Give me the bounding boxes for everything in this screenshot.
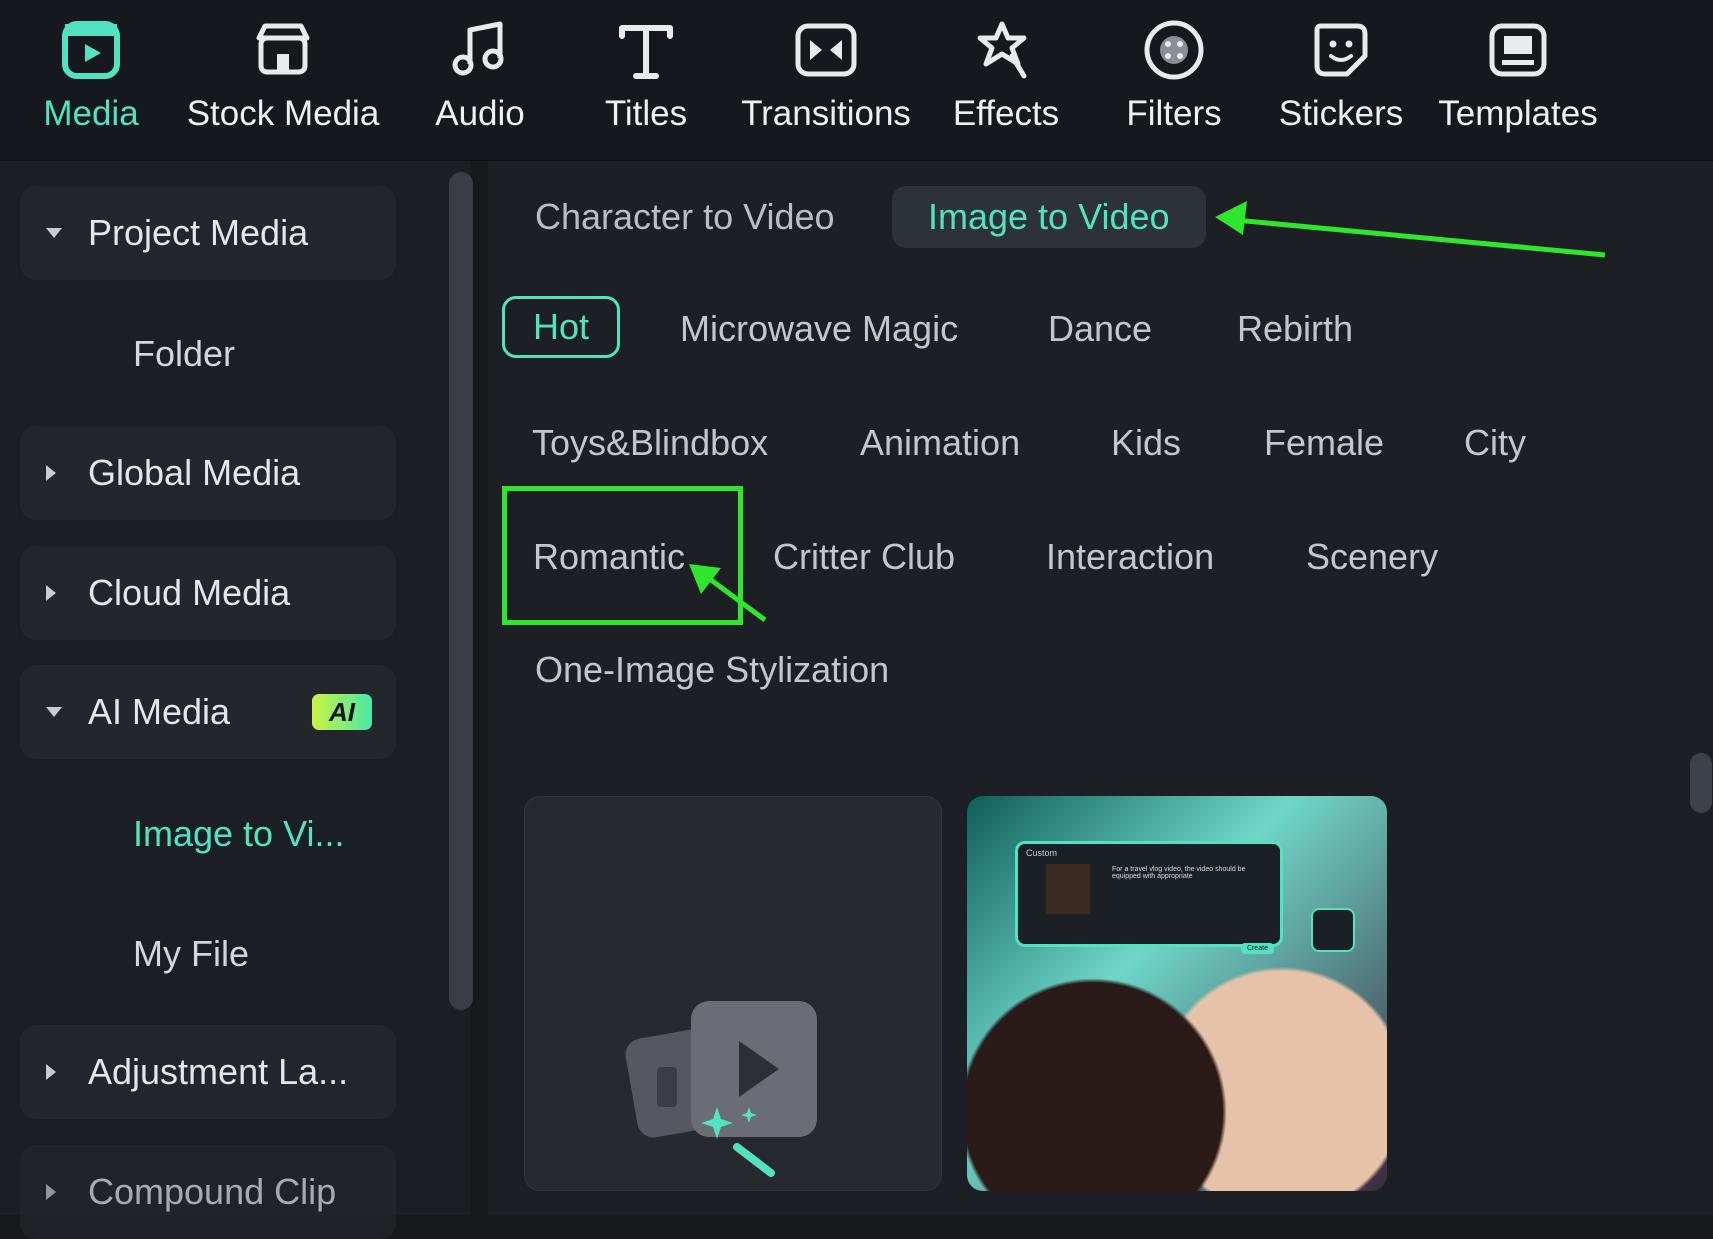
tab-stickers-label: Stickers [1278, 94, 1404, 133]
text-t-icon [619, 25, 673, 79]
category-kids[interactable]: Kids [1111, 422, 1181, 464]
top-toolbar: Media Stock Media Audio Titles Transitio… [0, 0, 1713, 161]
sidebar-item-image-to-video[interactable]: Image to Vi... [133, 813, 344, 855]
tab-transitions-label: Transitions [741, 94, 911, 133]
sidebar-item-label: Global Media [88, 452, 301, 493]
sidebar-item-adjustment-layer[interactable]: Adjustment La... [20, 1025, 396, 1119]
category-scenery[interactable]: Scenery [1306, 536, 1438, 578]
category-one-image-stylization[interactable]: One-Image Stylization [535, 649, 889, 691]
tab-effects-label: Effects [952, 94, 1060, 133]
sidebar-item-my-file[interactable]: My File [133, 933, 249, 975]
image-to-video-placeholder-icon [625, 1001, 817, 1177]
category-rebirth[interactable]: Rebirth [1237, 308, 1353, 350]
tab-stock-media-label: Stock Media [186, 94, 380, 133]
tab-templates-label: Templates [1438, 94, 1598, 133]
ai-video-icon [1311, 908, 1355, 952]
prompt-panel-title: Custom [1026, 848, 1058, 858]
ai-badge: AI [312, 694, 372, 730]
sidebar-item-folder[interactable]: Folder [133, 333, 235, 375]
tab-audio[interactable]: Audio [420, 0, 540, 160]
category-interaction[interactable]: Interaction [1046, 536, 1214, 578]
category-microwave-magic[interactable]: Microwave Magic [680, 308, 958, 350]
sidebar-item-ai-media[interactable]: AI Media AI [20, 665, 396, 759]
tab-effects[interactable]: Effects [950, 0, 1062, 160]
category-critter-club[interactable]: Critter Club [773, 536, 955, 578]
category-romantic[interactable]: Romantic [533, 536, 685, 578]
category-animation[interactable]: Animation [860, 422, 1020, 464]
tab-stickers[interactable]: Stickers [1276, 0, 1406, 160]
sidebar-item-label: Adjustment La... [88, 1051, 349, 1092]
category-city[interactable]: City [1464, 422, 1526, 464]
category-female[interactable]: Female [1264, 422, 1384, 464]
tab-filters-label: Filters [1126, 94, 1222, 133]
sidebar-item-label: AI Media [88, 691, 231, 732]
templates-icon [1489, 23, 1547, 77]
chevron-right-icon [46, 585, 56, 601]
chevron-right-icon [46, 1184, 56, 1200]
tab-character-to-video[interactable]: Character to Video [535, 186, 835, 248]
upload-image-card[interactable] [524, 796, 942, 1191]
stock-media-icon [256, 23, 310, 75]
chevron-right-icon [46, 1064, 56, 1080]
prompt-text: For a travel vlog video, the video shoul… [1112, 866, 1246, 880]
category-hot[interactable]: Hot [502, 296, 621, 358]
prompt-panel: Custom For a travel vlog video, the vide… [1015, 841, 1283, 954]
create-button[interactable]: Create [1240, 943, 1274, 954]
main-scrollbar[interactable] [1690, 753, 1712, 813]
transitions-icon [795, 23, 857, 77]
tab-image-to-video[interactable]: Image to Video [892, 186, 1206, 248]
tab-transitions[interactable]: Transitions [738, 0, 914, 160]
chevron-right-icon [46, 465, 56, 481]
sidebar-item-label: Project Media [88, 212, 309, 253]
image-to-video-preview-card[interactable]: Custom For a travel vlog video, the vide… [967, 796, 1387, 1191]
sticker-icon [1314, 23, 1368, 77]
annotation-arrow [689, 564, 767, 623]
category-dance[interactable]: Dance [1048, 308, 1152, 350]
chevron-down-icon [46, 228, 62, 238]
chevron-down-icon [46, 707, 62, 717]
category-toys-blindbox[interactable]: Toys&Blindbox [532, 422, 768, 464]
tab-media[interactable]: Media [30, 0, 152, 160]
sidebar-scrollbar[interactable] [449, 172, 473, 1010]
tab-filters[interactable]: Filters [1118, 0, 1230, 160]
media-icon [62, 21, 120, 79]
prompt-thumbnail [1046, 864, 1090, 914]
sidebar-item-label: Compound Clip [88, 1171, 337, 1212]
tab-titles-label: Titles [604, 94, 688, 133]
sidebar-item-label: Cloud Media [88, 572, 291, 613]
tab-templates[interactable]: Templates [1436, 0, 1600, 160]
tab-titles[interactable]: Titles [590, 0, 702, 160]
tab-media-label: Media [43, 94, 139, 133]
tab-audio-label: Audio [435, 94, 525, 133]
effects-star-icon [977, 21, 1027, 79]
sidebar-item-project-media[interactable]: Project Media [20, 186, 396, 280]
filters-icon [1144, 20, 1204, 80]
annotation-arrow [1215, 201, 1606, 258]
sidebar-item-cloud-media[interactable]: Cloud Media [20, 546, 396, 640]
music-note-icon [452, 21, 504, 76]
sidebar-item-compound-clip[interactable]: Compound Clip [20, 1145, 396, 1239]
sidebar-item-global-media[interactable]: Global Media [20, 426, 396, 520]
tab-stock-media[interactable]: Stock Media [180, 0, 386, 160]
